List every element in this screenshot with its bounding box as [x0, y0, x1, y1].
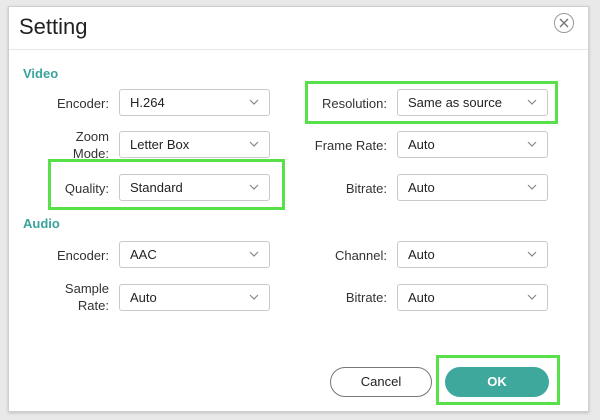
chevron-down-icon: [249, 294, 259, 300]
audio-bitrate-value: Auto: [408, 290, 435, 305]
chevron-down-icon: [249, 251, 259, 257]
audio-encoder-select[interactable]: AAC: [119, 241, 270, 268]
video-bitrate-select[interactable]: Auto: [397, 174, 548, 201]
quality-label: Quality:: [64, 181, 109, 196]
quality-value: Standard: [130, 180, 183, 195]
frame-rate-select[interactable]: Auto: [397, 131, 548, 158]
channel-label: Channel:: [334, 248, 387, 263]
frame-rate-value: Auto: [408, 137, 435, 152]
audio-encoder-value: AAC: [130, 247, 157, 262]
chevron-down-icon: [527, 184, 537, 190]
cancel-button[interactable]: Cancel: [330, 367, 432, 397]
chevron-down-icon: [249, 184, 259, 190]
video-section-heading: Video: [23, 66, 59, 81]
video-encoder-select[interactable]: H.264: [119, 89, 270, 116]
audio-bitrate-select[interactable]: Auto: [397, 284, 548, 311]
quality-select[interactable]: Standard: [119, 174, 270, 201]
video-encoder-label: Encoder:: [56, 96, 109, 111]
dialog-title: Setting: [19, 14, 88, 39]
sample-rate-label-line1: Sample: [64, 281, 109, 296]
channel-value: Auto: [408, 247, 435, 262]
title-divider: [9, 49, 588, 50]
sample-rate-select[interactable]: Auto: [119, 284, 270, 311]
resolution-value: Same as source: [408, 95, 502, 110]
channel-select[interactable]: Auto: [397, 241, 548, 268]
chevron-down-icon: [527, 251, 537, 257]
chevron-down-icon: [527, 141, 537, 147]
resolution-select[interactable]: Same as source: [397, 89, 548, 116]
audio-bitrate-label: Bitrate:: [345, 290, 387, 305]
zoom-mode-label-line1: Zoom: [75, 129, 109, 144]
chevron-down-icon: [527, 99, 537, 105]
chevron-down-icon: [249, 99, 259, 105]
sample-rate-label: Sample Rate:: [29, 280, 109, 314]
zoom-mode-select[interactable]: Letter Box: [119, 131, 270, 158]
video-bitrate-label: Bitrate:: [345, 181, 387, 196]
close-icon: [559, 18, 569, 28]
frame-rate-label: Frame Rate:: [314, 138, 387, 153]
close-button[interactable]: [554, 13, 574, 33]
settings-dialog: Setting Video Encoder: H.264 Zoom Mode: …: [8, 6, 589, 412]
video-encoder-value: H.264: [130, 95, 165, 110]
audio-encoder-label: Encoder:: [56, 248, 109, 263]
video-bitrate-value: Auto: [408, 180, 435, 195]
chevron-down-icon: [249, 141, 259, 147]
zoom-mode-value: Letter Box: [130, 137, 190, 152]
ok-button[interactable]: OK: [445, 367, 549, 397]
zoom-mode-label: Zoom Mode:: [29, 128, 109, 162]
resolution-label: Resolution:: [321, 96, 387, 111]
sample-rate-value: Auto: [130, 290, 157, 305]
zoom-mode-label-line2: Mode:: [72, 146, 109, 161]
audio-section-heading: Audio: [23, 216, 60, 231]
chevron-down-icon: [527, 294, 537, 300]
sample-rate-label-line2: Rate:: [77, 298, 109, 313]
